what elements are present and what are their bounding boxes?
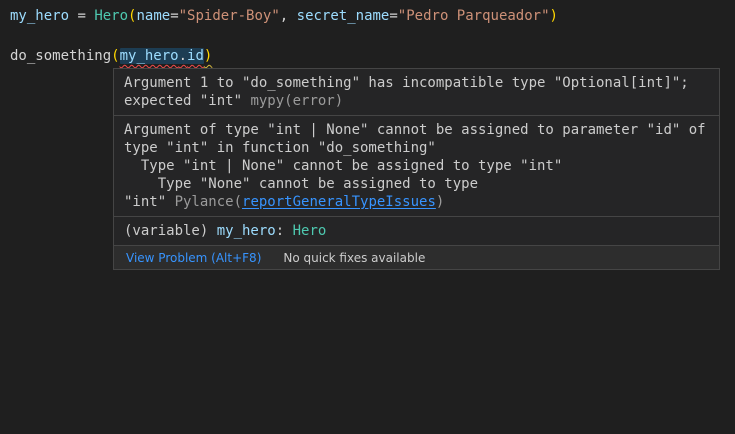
token-close-paren: )	[550, 8, 558, 24]
token-param-secret-name: secret_name	[297, 8, 390, 24]
pylance-diagnostic-line-5: "int" Pylance(reportGeneralTypeIssues)	[124, 193, 709, 211]
token-string-pedro-parqueador: "Pedro Parqueador"	[398, 8, 550, 24]
mypy-diagnostic-line-1: Argument 1 to "do_something" has incompa…	[124, 74, 709, 92]
token-dot: .	[179, 48, 187, 64]
pylance-source-close-paren: )	[436, 194, 444, 210]
variable-info-line: (variable) my_hero: Hero	[124, 222, 709, 240]
token-comma: ,	[280, 8, 297, 24]
code-line-blank	[10, 26, 735, 46]
mypy-diagnostic-line-2: expected "int" mypy(error)	[124, 92, 709, 110]
token-assign-operator: =	[69, 8, 94, 24]
variable-info-section: (variable) my_hero: Hero	[114, 216, 719, 245]
variable-name: my_hero	[217, 223, 276, 239]
token-param-name: name	[136, 8, 170, 24]
token-attribute-id: id	[187, 48, 204, 64]
pylance-source-label: Pylance(	[175, 194, 242, 210]
token-equals: =	[389, 8, 397, 24]
mypy-source-label: mypy(error)	[250, 93, 343, 109]
token-close-paren: )	[204, 48, 212, 64]
pylance-diagnostic-text: "int"	[124, 194, 175, 210]
pylance-diagnostic-line-4: Type "None" cannot be assigned to type	[124, 175, 709, 193]
pylance-diagnostic-section: Argument of type "int | None" cannot be …	[114, 115, 719, 216]
hover-status-bar: View Problem (Alt+F8) No quick fixes ava…	[114, 245, 719, 269]
token-string-spider-boy: "Spider-Boy"	[179, 8, 280, 24]
token-class-hero: Hero	[94, 8, 128, 24]
mypy-diagnostic-text: expected "int"	[124, 93, 250, 109]
variable-type: Hero	[293, 223, 327, 239]
code-line-2: do_something(my_hero.id)	[10, 46, 735, 66]
report-general-type-issues-link[interactable]: reportGeneralTypeIssues	[242, 194, 436, 210]
mypy-diagnostic-section: Argument 1 to "do_something" has incompa…	[114, 69, 719, 115]
view-problem-button[interactable]: View Problem (Alt+F8)	[126, 251, 261, 265]
pylance-diagnostic-line-2: type "int" in function "do_something"	[124, 139, 709, 157]
token-open-paren: (	[111, 48, 119, 64]
token-equals: =	[170, 8, 178, 24]
token-function-do-something: do_something	[10, 48, 111, 64]
hover-tooltip: Argument 1 to "do_something" has incompa…	[113, 68, 720, 270]
no-quick-fixes-label: No quick fixes available	[283, 251, 425, 265]
pylance-diagnostic-line-3: Type "int | None" cannot be assigned to …	[124, 157, 709, 175]
highlighted-expression-my-hero-id[interactable]: my_hero.id	[120, 48, 204, 64]
variable-colon: :	[276, 223, 293, 239]
token-variable-my-hero: my_hero	[10, 8, 69, 24]
pylance-diagnostic-line-1: Argument of type "int | None" cannot be …	[124, 121, 709, 139]
variable-kind-label: (variable)	[124, 223, 217, 239]
code-line-1: my_hero = Hero(name="Spider-Boy", secret…	[10, 6, 735, 26]
token-variable-my-hero: my_hero	[120, 48, 179, 64]
